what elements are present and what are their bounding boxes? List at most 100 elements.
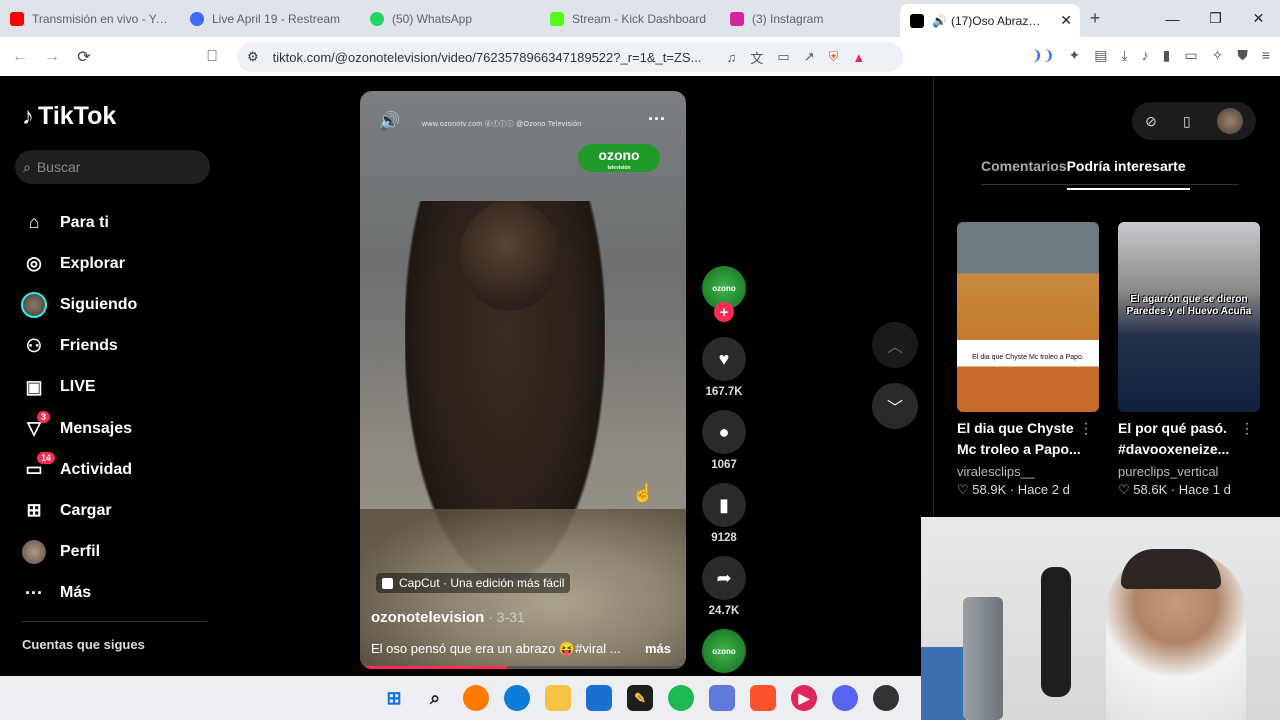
sidebar-item-cargar[interactable]: ⊞ Cargar: [20, 490, 137, 531]
card-author[interactable]: viralesclips__: [957, 464, 1099, 479]
media-player-icon[interactable]: ▶: [791, 685, 817, 711]
back-button[interactable]: ←: [6, 43, 34, 71]
windows-start-icon[interactable]: ⊞: [381, 685, 407, 711]
panel-tabs: Comentarios Podría interesarte: [981, 158, 1190, 190]
tab-whatsapp[interactable]: (50) WhatsApp: [360, 0, 540, 37]
menu-icon[interactable]: ≡: [1262, 47, 1270, 64]
sidebar-item-para-ti[interactable]: ⌂ Para ti: [20, 202, 137, 243]
forward-button[interactable]: →: [38, 43, 66, 71]
sidebar-item-mensajes[interactable]: ▽ 3 Mensajes: [20, 408, 137, 449]
video-progress-bar[interactable]: [360, 666, 686, 669]
compass-mode-icon[interactable]: ⊘: [1145, 113, 1157, 130]
card-title[interactable]: El por qué pasó. #davooxeneize...: [1118, 418, 1246, 460]
top-controls: ⊘ ▯: [1132, 102, 1256, 140]
comment-action[interactable]: ● 1067: [700, 410, 748, 471]
maximize-button[interactable]: ❐: [1194, 0, 1237, 37]
volume-icon[interactable]: 🔊: [378, 111, 400, 132]
store-icon[interactable]: [586, 685, 612, 711]
share-action[interactable]: ➦ 24.7K: [700, 556, 748, 617]
wallet-app-icon[interactable]: ▭: [1184, 47, 1197, 64]
tab-restream[interactable]: Live April 19 - Restream: [180, 0, 360, 37]
restream-icon: [190, 11, 204, 26]
tab-youtube[interactable]: Transmisión en vivo - YouT: [0, 0, 180, 37]
capcut-tag[interactable]: CapCut · Una edición más fácil: [376, 573, 571, 593]
file-explorer-icon[interactable]: [545, 685, 571, 711]
previous-video-button[interactable]: ︿: [872, 322, 918, 368]
more-options-icon[interactable]: ···: [648, 109, 666, 130]
sidebar-item-siguiendo[interactable]: Siguiendo: [20, 284, 137, 325]
sidebar-item-friends[interactable]: ⚇ Friends: [20, 326, 137, 367]
sidebar-icon[interactable]: ▤: [1094, 47, 1107, 64]
comment-icon[interactable]: ●: [702, 410, 746, 454]
card-author[interactable]: pureclips_vertical: [1118, 464, 1260, 479]
save-action[interactable]: ▮ 9128: [700, 483, 748, 544]
card-menu-icon[interactable]: ⋮: [1240, 420, 1254, 437]
tiktok-logo[interactable]: ♪ TikTok: [22, 102, 116, 131]
wallet-icon[interactable]: ❩❩: [1031, 47, 1054, 64]
share-icon[interactable]: ↗: [804, 49, 815, 65]
video-player[interactable]: 🔊 www.ozonotv.com ⓓⓕⓘⓘ @Ozono Televisión…: [360, 91, 686, 669]
app-icon[interactable]: [709, 685, 735, 711]
tiktok-icon: [910, 13, 924, 28]
search-input[interactable]: [36, 159, 187, 175]
discord-icon[interactable]: [832, 685, 858, 711]
search-icon[interactable]: ⌕: [422, 685, 448, 711]
brave-shield-icon[interactable]: ⛨: [829, 49, 839, 65]
close-tab-icon[interactable]: ✕: [1060, 12, 1072, 29]
translate-icon[interactable]: 文: [750, 48, 763, 67]
spotify-icon[interactable]: [668, 685, 694, 711]
leo-icon[interactable]: ✧: [1212, 47, 1224, 64]
obs-icon[interactable]: [873, 685, 899, 711]
sidebar-item-mas[interactable]: ··· Más: [20, 573, 137, 614]
sidebar-item-actividad[interactable]: ▭ 14 Actividad: [20, 449, 137, 490]
follow-plus-icon[interactable]: +: [714, 302, 734, 322]
sidebar-item-live[interactable]: ▣ LIVE: [20, 367, 137, 408]
related-video-card[interactable]: El dia que Chyste Mc troleo a Papo. El d…: [957, 222, 1099, 498]
cast-icon[interactable]: ▭: [777, 49, 789, 65]
brave-browser-icon[interactable]: [463, 685, 489, 711]
related-video-card[interactable]: El agarrón que se dieron Paredes y el Hu…: [1118, 222, 1260, 498]
sidebar-item-perfil[interactable]: Perfil: [20, 532, 137, 573]
sound-disc[interactable]: ozono: [700, 629, 748, 673]
url-field[interactable]: ⚙ tiktok.com/@ozonotelevision/video/7623…: [237, 42, 903, 72]
bookmark-icon[interactable]: ⎕: [198, 43, 226, 71]
share-arrow-icon[interactable]: ➦: [702, 556, 746, 600]
brave-rewards-icon[interactable]: ▲: [852, 50, 865, 65]
sound-disc-icon[interactable]: ozono: [702, 629, 746, 673]
card-menu-icon[interactable]: ⋮: [1079, 420, 1093, 437]
read-aloud-icon[interactable]: ♫: [727, 50, 737, 65]
tab-comentarios[interactable]: Comentarios: [981, 158, 1067, 174]
video-thumbnail[interactable]: El dia que Chyste Mc troleo a Papo.: [957, 222, 1099, 412]
split-view-icon[interactable]: ▮: [1163, 47, 1171, 64]
video-thumbnail[interactable]: El agarrón que se dieron Paredes y el Hu…: [1118, 222, 1260, 412]
extensions-icon[interactable]: ✦: [1068, 47, 1080, 64]
sidebar-item-explorar[interactable]: ◎ Explorar: [20, 243, 137, 284]
card-meta: ♡ 58.6K · Hace 1 d: [1118, 482, 1231, 497]
more-link[interactable]: más: [645, 641, 671, 656]
download-icon[interactable]: ⤓: [1121, 47, 1127, 64]
video-author[interactable]: ozonotelevision · 3-31: [371, 609, 525, 626]
notes-icon[interactable]: ✎: [627, 685, 653, 711]
edge-icon[interactable]: [504, 685, 530, 711]
bookmark-icon[interactable]: ▮: [702, 483, 746, 527]
site-settings-icon[interactable]: ⚙: [247, 49, 259, 65]
tab-kick[interactable]: Stream - Kick Dashboard: [540, 0, 720, 37]
brave-icon[interactable]: [750, 685, 776, 711]
tab-podria-interesarte[interactable]: Podría interesarte: [1066, 158, 1190, 190]
like-action[interactable]: ♥ 167.7K: [700, 337, 748, 398]
reload-button[interactable]: ⟳: [70, 43, 98, 71]
sidebar-item-label: Cargar: [60, 501, 112, 519]
vpn-icon[interactable]: ⛊: [1237, 47, 1248, 64]
close-window-button[interactable]: ✕: [1237, 0, 1280, 37]
phone-icon[interactable]: ▯: [1183, 113, 1191, 130]
tab-instagram[interactable]: (3) Instagram: [720, 0, 900, 37]
search-box[interactable]: ⌕: [15, 150, 210, 184]
user-avatar[interactable]: [1216, 108, 1243, 134]
minimize-button[interactable]: —: [1151, 0, 1194, 37]
tab-tiktok[interactable]: 🔊 (17)Oso Abraza a H ✕: [900, 4, 1080, 37]
heart-icon[interactable]: ♥: [702, 337, 746, 381]
card-title[interactable]: El dia que Chyste Mc troleo a Papo...: [957, 418, 1085, 460]
new-tab-button[interactable]: +: [1080, 0, 1110, 37]
media-icon[interactable]: ♪: [1142, 47, 1149, 64]
next-video-button[interactable]: ﹀: [872, 383, 918, 429]
